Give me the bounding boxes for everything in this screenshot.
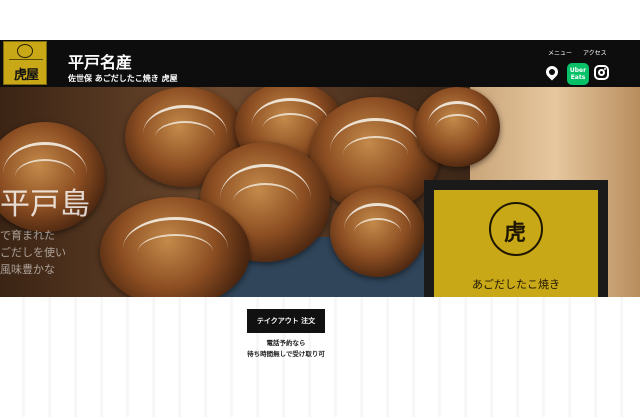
logo-text: 虎屋 [13, 68, 39, 83]
uber-eats-icon[interactable]: Uber Eats [567, 63, 589, 85]
brand-emblem-glyph: 虎 [504, 220, 527, 246]
takeout-order-button[interactable]: テイクアウト 注文 [247, 309, 325, 333]
eats-label: Eats [570, 74, 586, 81]
phone-note-line-2: 待ち時間無しで受け取り可 [247, 350, 325, 358]
takoyaki-ball [100, 197, 250, 297]
hero-heading: 平戸島 [0, 187, 90, 222]
site-header: 虎屋 平戸名産 佐世保 あごだしたこ焼き 虎屋 メニュー アクセス Uber E… [0, 40, 640, 87]
brand-card-text: あごだしたこ焼き [472, 278, 560, 291]
logo[interactable]: 虎屋 [3, 41, 47, 85]
site-title: 平戸名産 [68, 53, 133, 72]
hero-image: 平戸島 で育まれた ごだしを使い 風味豊かな 虎 あごだしたこ焼き [0, 87, 640, 297]
map-pin-icon[interactable] [543, 63, 561, 81]
instagram-icon[interactable] [594, 65, 609, 80]
hero-ghost-line: で育まれた [0, 229, 55, 242]
logo-emblem-icon [17, 44, 33, 58]
nav-item-menu[interactable]: メニュー [548, 50, 572, 57]
top-spacer [0, 0, 640, 40]
uber-label: Uber [569, 67, 587, 74]
hero-ghost-line: 風味豊かな [0, 263, 55, 276]
takoyaki-ball [330, 187, 425, 277]
site-subtitle: 佐世保 あごだしたこ焼き 虎屋 [68, 74, 178, 83]
phone-note-line-1: 電話予約なら [266, 339, 306, 347]
brand-card: 虎 あごだしたこ焼き [424, 180, 608, 297]
hero-ghost-line: ごだしを使い [0, 246, 66, 259]
top-nav: メニュー アクセス [548, 48, 616, 57]
takoyaki-ball [415, 87, 500, 167]
nav-item-access[interactable]: アクセス [583, 50, 607, 57]
brand-card-panel: 虎 あごだしたこ焼き [434, 190, 598, 297]
